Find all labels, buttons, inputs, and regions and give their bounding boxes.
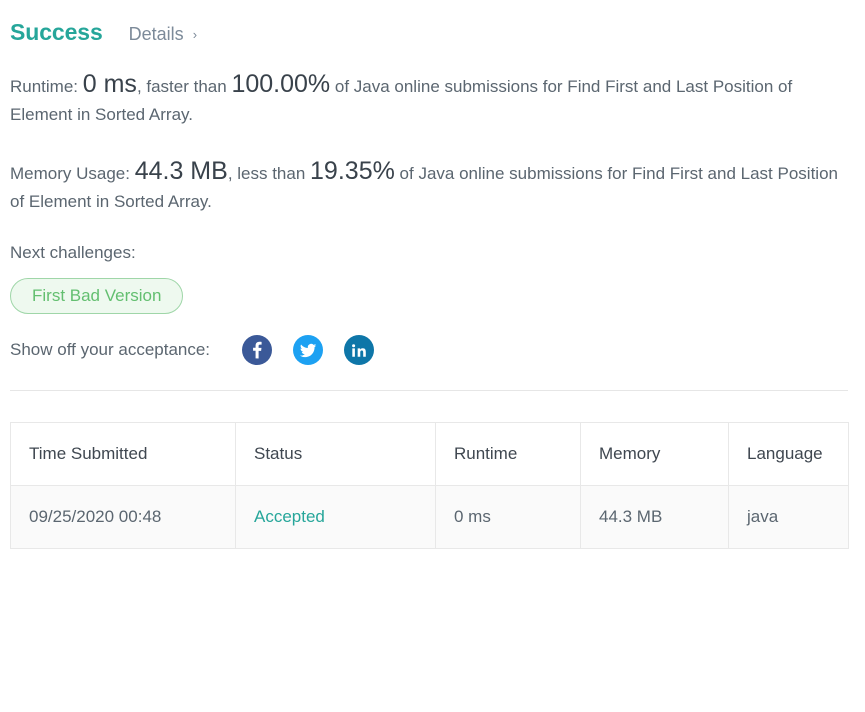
column-header-time-submitted: Time Submitted — [11, 423, 236, 486]
details-link-label: Details — [129, 20, 184, 48]
result-header: Success Details › — [10, 0, 855, 52]
column-header-language: Language — [729, 423, 849, 486]
column-header-status: Status — [236, 423, 436, 486]
next-challenges-label: Next challenges: — [10, 242, 855, 264]
chevron-right-icon: › — [193, 21, 197, 49]
page-title: Success — [10, 18, 103, 46]
cell-memory: 44.3 MB — [581, 486, 729, 549]
cell-time-submitted: 09/25/2020 00:48 — [11, 486, 236, 549]
runtime-middle-text: , faster than — [137, 77, 232, 96]
table-row[interactable]: 09/25/2020 00:48 Accepted 0 ms 44.3 MB j… — [11, 486, 849, 549]
cell-status[interactable]: Accepted — [236, 486, 436, 549]
share-label: Show off your acceptance: — [10, 340, 210, 360]
submissions-table: Time Submitted Status Runtime Memory Lan… — [10, 422, 849, 549]
share-icon-list — [242, 335, 395, 365]
runtime-percentile: 100.00% — [231, 70, 330, 98]
next-challenge-first-bad-version[interactable]: First Bad Version — [10, 278, 183, 314]
memory-percentile: 19.35% — [310, 157, 395, 185]
memory-label: Memory Usage: — [10, 164, 135, 183]
column-header-memory: Memory — [581, 423, 729, 486]
memory-value: 44.3 MB — [135, 157, 228, 185]
section-divider — [10, 390, 848, 391]
runtime-value: 0 ms — [83, 70, 137, 98]
facebook-icon[interactable] — [242, 335, 272, 365]
linkedin-icon[interactable] — [344, 335, 374, 365]
column-header-runtime: Runtime — [436, 423, 581, 486]
memory-middle-text: , less than — [228, 164, 310, 183]
runtime-stat: Runtime: 0 ms, faster than 100.00% of Ja… — [10, 70, 848, 129]
details-link[interactable]: Details › — [129, 20, 197, 50]
table-header-row: Time Submitted Status Runtime Memory Lan… — [11, 423, 849, 486]
cell-runtime: 0 ms — [436, 486, 581, 549]
runtime-label: Runtime: — [10, 77, 83, 96]
twitter-icon[interactable] — [293, 335, 323, 365]
next-challenges-list: First Bad Version — [10, 278, 855, 314]
memory-stat: Memory Usage: 44.3 MB, less than 19.35% … — [10, 157, 848, 216]
share-row: Show off your acceptance: — [10, 333, 855, 367]
submission-result-page: Success Details › Runtime: 0 ms, faster … — [0, 0, 865, 712]
cell-language: java — [729, 486, 849, 549]
